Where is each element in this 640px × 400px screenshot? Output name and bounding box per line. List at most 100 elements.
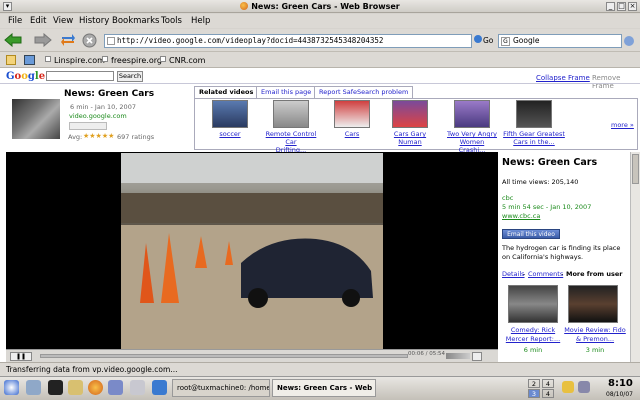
- bookmark-folder-icon[interactable]: [6, 55, 16, 65]
- details-link[interactable]: Details: [502, 270, 525, 278]
- url-bar[interactable]: http://video.google.com/videoplay?docid=…: [104, 34, 472, 48]
- start-menu-icon[interactable]: [4, 380, 19, 395]
- home-icon[interactable]: [24, 55, 35, 65]
- related-label: Two Very Angry: [447, 130, 497, 138]
- logo-letter: o: [21, 71, 28, 82]
- go-icon[interactable]: [474, 35, 482, 43]
- tray-icon[interactable]: [562, 381, 574, 393]
- comments-link[interactable]: Comments: [528, 270, 563, 278]
- desktop-icon[interactable]: [26, 380, 41, 395]
- desktop-pager-2[interactable]: 2: [528, 379, 540, 388]
- video-frame[interactable]: [121, 153, 383, 349]
- video-meta: 6 min - Jan 10, 2007: [70, 103, 136, 111]
- related-video-6[interactable]: Fifth Gear Greatest Cars in the...: [503, 100, 565, 146]
- related-video-2[interactable]: Remote Control Car Drifting...: [262, 100, 320, 154]
- menu-bar: File Edit View History Bookmarks Tools H…: [0, 14, 640, 28]
- menu-history[interactable]: History: [79, 16, 109, 26]
- related-video-5[interactable]: Two Very Angry Women Crashi...: [446, 100, 498, 154]
- user-video-label[interactable]: & Premon...: [562, 335, 628, 343]
- bookmark-linspire[interactable]: Linspire.com: [54, 56, 105, 65]
- stop-icon: [82, 33, 97, 48]
- site-link[interactable]: www.cbc.ca: [502, 212, 540, 220]
- star-rating-icon: ★★★★★: [83, 132, 115, 140]
- pause-button[interactable]: ❚❚: [10, 352, 32, 361]
- desktop-pager-3[interactable]: 3: [528, 389, 540, 398]
- minimize-button[interactable]: _: [606, 2, 615, 11]
- logo-letter: g: [27, 71, 35, 82]
- search-engine-box[interactable]: G Google: [498, 34, 622, 48]
- related-video-4[interactable]: Cars Gary Numan: [384, 100, 436, 146]
- app-icon[interactable]: [152, 380, 167, 395]
- forward-arrow-icon: [34, 32, 52, 48]
- maximize-button[interactable]: □: [617, 2, 626, 11]
- tab-related-videos[interactable]: Related videos: [194, 86, 259, 98]
- desktop-pager-4[interactable]: 4: [542, 379, 554, 388]
- video-thumbnail[interactable]: [12, 99, 60, 139]
- menu-view[interactable]: View: [53, 16, 73, 26]
- google-search-input[interactable]: [46, 71, 114, 81]
- user-video-label[interactable]: Mercer Report:...: [502, 335, 564, 343]
- user-video-label[interactable]: Movie Review: Fido: [562, 326, 628, 334]
- menu-tools[interactable]: Tools: [161, 16, 182, 26]
- user-video-thumb-2[interactable]: [568, 285, 618, 323]
- seek-bar[interactable]: [40, 354, 408, 358]
- email-video-button[interactable]: Email this video: [502, 229, 560, 239]
- remove-frame-link[interactable]: Remove Frame: [592, 74, 640, 90]
- search-magnifier-icon[interactable]: [624, 36, 634, 46]
- side-title: News: Green Cars: [502, 157, 598, 168]
- related-label: Cars in the...: [513, 138, 555, 146]
- logo-letter: e: [38, 71, 46, 82]
- fullscreen-button[interactable]: [472, 352, 482, 361]
- bookmark-cnr[interactable]: CNR.com: [169, 56, 205, 65]
- logo-letter: G: [6, 71, 15, 82]
- related-thumb: [334, 100, 370, 128]
- reload-icon: [61, 34, 75, 46]
- volume-slider[interactable]: [446, 353, 470, 359]
- tray-icon[interactable]: [578, 381, 590, 393]
- stop-button[interactable]: [82, 33, 97, 50]
- clock-date: 08/10/07: [606, 391, 633, 398]
- video-description: The hydrogen car is finding its place on…: [502, 244, 621, 261]
- vertical-scrollbar[interactable]: [630, 152, 640, 362]
- taskbar-browser-window[interactable]: News: Green Cars - Web: [272, 379, 376, 397]
- related-thumb: [212, 100, 248, 128]
- desktop-pager-4b[interactable]: 4: [542, 389, 554, 398]
- video-title: News: Green Cars: [64, 89, 155, 99]
- reload-button[interactable]: [60, 33, 76, 49]
- google-search-button[interactable]: Search: [117, 71, 143, 82]
- file-manager-icon[interactable]: [68, 380, 83, 395]
- collapse-frame-link[interactable]: Collapse Frame: [536, 74, 590, 82]
- related-video-3[interactable]: Cars: [326, 100, 378, 138]
- app-icon[interactable]: [130, 380, 145, 395]
- related-thumb: [516, 100, 552, 128]
- ratings-count: 697 ratings: [117, 133, 155, 141]
- related-video-1[interactable]: soccer: [204, 100, 256, 138]
- taskbar-terminal-window[interactable]: root@tuxmachine0: /home: [172, 379, 270, 397]
- video-source: video.google.com: [69, 112, 127, 120]
- window-menu-button[interactable]: ▾: [3, 2, 12, 11]
- back-button[interactable]: [4, 32, 22, 49]
- app-icon[interactable]: [108, 380, 123, 395]
- menu-bookmarks[interactable]: Bookmarks: [112, 16, 160, 26]
- related-thumb: [392, 100, 428, 128]
- bookmark-page-icon: [160, 56, 166, 62]
- rating-widget[interactable]: [69, 122, 107, 130]
- menu-edit[interactable]: Edit: [30, 16, 46, 26]
- terminal-icon[interactable]: [48, 380, 63, 395]
- firefox-icon[interactable]: [88, 380, 103, 395]
- user-video-thumb-1[interactable]: [508, 285, 558, 323]
- bookmark-freespire[interactable]: freespire.org: [111, 56, 162, 65]
- user-video-label[interactable]: Comedy: Rick: [502, 326, 564, 334]
- tab-report-safesearch[interactable]: Report SafeSearch problem: [314, 86, 414, 98]
- tab-email-page[interactable]: Email this page: [256, 86, 317, 98]
- forward-button[interactable]: [34, 32, 52, 49]
- scroll-thumb[interactable]: [632, 154, 639, 184]
- google-logo[interactable]: Google: [6, 71, 45, 82]
- go-button[interactable]: Go: [483, 36, 493, 45]
- menu-file[interactable]: File: [8, 16, 22, 26]
- close-button[interactable]: ×: [628, 2, 637, 11]
- menu-help[interactable]: Help: [191, 16, 210, 26]
- more-related-link[interactable]: more »: [611, 121, 634, 129]
- clock-time[interactable]: 8:10: [608, 378, 633, 389]
- channel-name: cbc: [502, 194, 514, 202]
